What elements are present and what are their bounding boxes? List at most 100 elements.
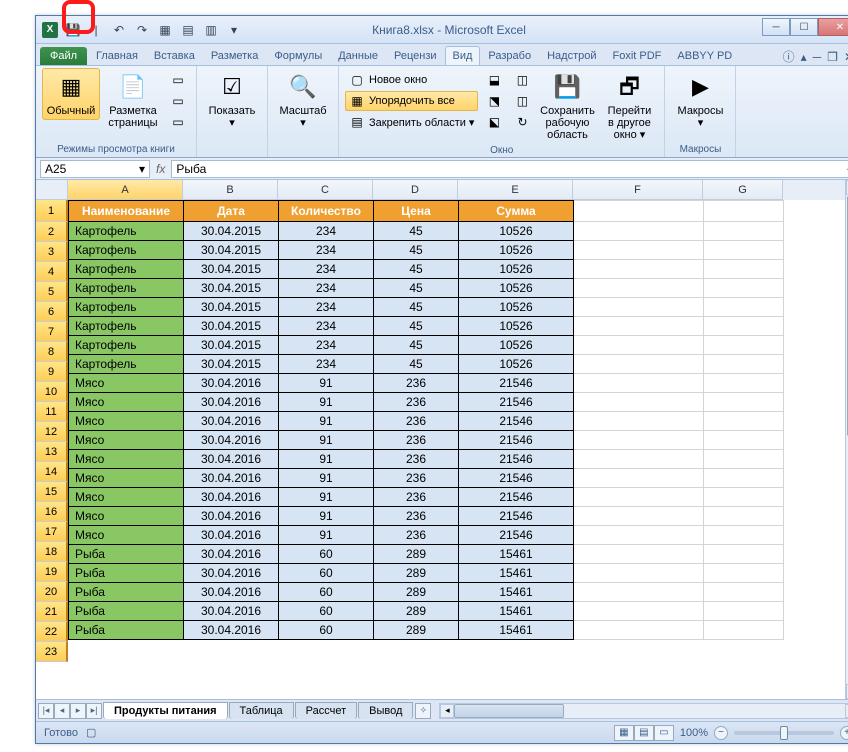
cell[interactable]: 60 xyxy=(279,564,374,583)
cell[interactable]: 91 xyxy=(279,469,374,488)
cell[interactable] xyxy=(704,545,784,564)
cells-area[interactable]: НаименованиеДатаКоличествоЦенаСуммаКарто… xyxy=(68,200,845,699)
cell[interactable]: 45 xyxy=(374,241,459,260)
qat-dropdown[interactable]: ▾ xyxy=(224,20,244,40)
zoom-out-button[interactable]: − xyxy=(714,726,728,740)
row-header-10[interactable]: 10 xyxy=(36,382,68,402)
cell[interactable] xyxy=(574,336,704,355)
table-header[interactable]: Наименование xyxy=(69,201,184,222)
tab-foxit pdf[interactable]: Foxit PDF xyxy=(605,46,670,65)
cell[interactable] xyxy=(704,526,784,545)
cell[interactable] xyxy=(574,317,704,336)
tab-вид[interactable]: Вид xyxy=(445,46,481,65)
cell[interactable]: Картофель xyxy=(69,298,184,317)
cell[interactable]: 234 xyxy=(279,336,374,355)
cell[interactable]: 21546 xyxy=(459,450,574,469)
cell[interactable]: 91 xyxy=(279,488,374,507)
cell[interactable]: 30.04.2016 xyxy=(184,583,279,602)
cell[interactable] xyxy=(574,279,704,298)
row-header-13[interactable]: 13 xyxy=(36,442,68,462)
sheet-tab[interactable]: Рассчет xyxy=(295,702,358,719)
tab-данные[interactable]: Данные xyxy=(330,46,386,65)
cell[interactable]: 60 xyxy=(279,621,374,640)
row-header-3[interactable]: 3 xyxy=(36,242,68,262)
fx-label[interactable]: fx xyxy=(156,162,165,176)
cell[interactable]: Картофель xyxy=(69,317,184,336)
row-header-8[interactable]: 8 xyxy=(36,342,68,362)
cell[interactable]: 30.04.2016 xyxy=(184,450,279,469)
file-tab[interactable]: Файл xyxy=(40,47,87,65)
maximize-button[interactable]: ☐ xyxy=(790,18,818,36)
new-sheet-button[interactable]: ✧ xyxy=(415,703,431,719)
cell[interactable]: 234 xyxy=(279,241,374,260)
cell[interactable]: 30.04.2016 xyxy=(184,431,279,450)
macros-button[interactable]: ▶ Макросы▾ xyxy=(671,68,729,132)
cell[interactable]: 30.04.2015 xyxy=(184,241,279,260)
cell[interactable]: 30.04.2016 xyxy=(184,564,279,583)
row-header-1[interactable]: 1 xyxy=(36,200,68,222)
show-button[interactable]: ☑ Показать▾ xyxy=(203,68,261,132)
cell[interactable]: Мясо xyxy=(69,412,184,431)
qat-item-4[interactable]: ▦ xyxy=(155,20,175,40)
win-small-4[interactable]: ◫ xyxy=(510,70,534,90)
cell[interactable] xyxy=(574,488,704,507)
cell[interactable]: Рыба xyxy=(69,583,184,602)
cell[interactable]: 91 xyxy=(279,450,374,469)
row-header-18[interactable]: 18 xyxy=(36,542,68,562)
cell[interactable] xyxy=(704,602,784,621)
cell[interactable]: 236 xyxy=(374,469,459,488)
cell[interactable]: 30.04.2016 xyxy=(184,621,279,640)
minimize-ribbon-icon[interactable]: ▴ xyxy=(801,50,807,64)
row-header-12[interactable]: 12 xyxy=(36,422,68,442)
cell[interactable] xyxy=(574,355,704,374)
qat-item-6[interactable]: ▥ xyxy=(201,20,221,40)
row-header-20[interactable]: 20 xyxy=(36,582,68,602)
cell[interactable]: 21546 xyxy=(459,412,574,431)
win-small-3[interactable]: ⬕ xyxy=(482,112,506,132)
sheet-tab[interactable]: Вывод xyxy=(358,702,413,719)
cell[interactable] xyxy=(574,507,704,526)
row-header-22[interactable]: 22 xyxy=(36,622,68,642)
cell[interactable]: 289 xyxy=(374,602,459,621)
cell[interactable]: 30.04.2016 xyxy=(184,469,279,488)
cell[interactable] xyxy=(574,260,704,279)
row-header-9[interactable]: 9 xyxy=(36,362,68,382)
switch-window-button[interactable]: 🗗 Перейти в другое окно ▾ xyxy=(600,68,658,144)
cell[interactable] xyxy=(574,526,704,545)
col-header-C[interactable]: C xyxy=(278,180,373,200)
cell[interactable] xyxy=(574,469,704,488)
cell[interactable]: Картофель xyxy=(69,279,184,298)
cell[interactable]: Картофель xyxy=(69,222,184,241)
tab-abbyy pd[interactable]: ABBYY PD xyxy=(669,46,740,65)
cell[interactable]: Рыба xyxy=(69,545,184,564)
excel-app-icon[interactable]: X xyxy=(40,20,60,40)
row-header-23[interactable]: 23 xyxy=(36,642,68,662)
cell[interactable]: 21546 xyxy=(459,431,574,450)
sheet-tab[interactable]: Таблица xyxy=(229,702,294,719)
cell[interactable] xyxy=(574,201,704,222)
table-header[interactable]: Количество xyxy=(279,201,374,222)
cell[interactable]: 15461 xyxy=(459,621,574,640)
col-header-F[interactable]: F xyxy=(573,180,703,200)
cell[interactable]: 30.04.2016 xyxy=(184,507,279,526)
macro-record-icon[interactable]: ▢ xyxy=(86,726,96,739)
col-header-A[interactable]: A xyxy=(68,180,183,200)
zoom-slider[interactable] xyxy=(734,731,834,735)
hscroll-thumb[interactable] xyxy=(454,704,564,718)
cell[interactable]: 30.04.2016 xyxy=(184,545,279,564)
cell[interactable]: 60 xyxy=(279,545,374,564)
cell[interactable]: 10526 xyxy=(459,355,574,374)
views-small-2[interactable]: ▭ xyxy=(166,91,190,111)
cell[interactable]: 91 xyxy=(279,526,374,545)
cell[interactable]: Мясо xyxy=(69,488,184,507)
row-header-16[interactable]: 16 xyxy=(36,502,68,522)
doc-minimize-icon[interactable]: ─ xyxy=(813,50,822,64)
cell[interactable]: 10526 xyxy=(459,279,574,298)
cell[interactable]: 15461 xyxy=(459,545,574,564)
cell[interactable]: 236 xyxy=(374,431,459,450)
name-box[interactable]: A25▾ xyxy=(40,160,150,178)
page-break-status[interactable]: ▭ xyxy=(654,725,674,741)
cell[interactable]: 236 xyxy=(374,450,459,469)
select-all-corner[interactable] xyxy=(36,180,68,200)
cell[interactable]: 234 xyxy=(279,355,374,374)
